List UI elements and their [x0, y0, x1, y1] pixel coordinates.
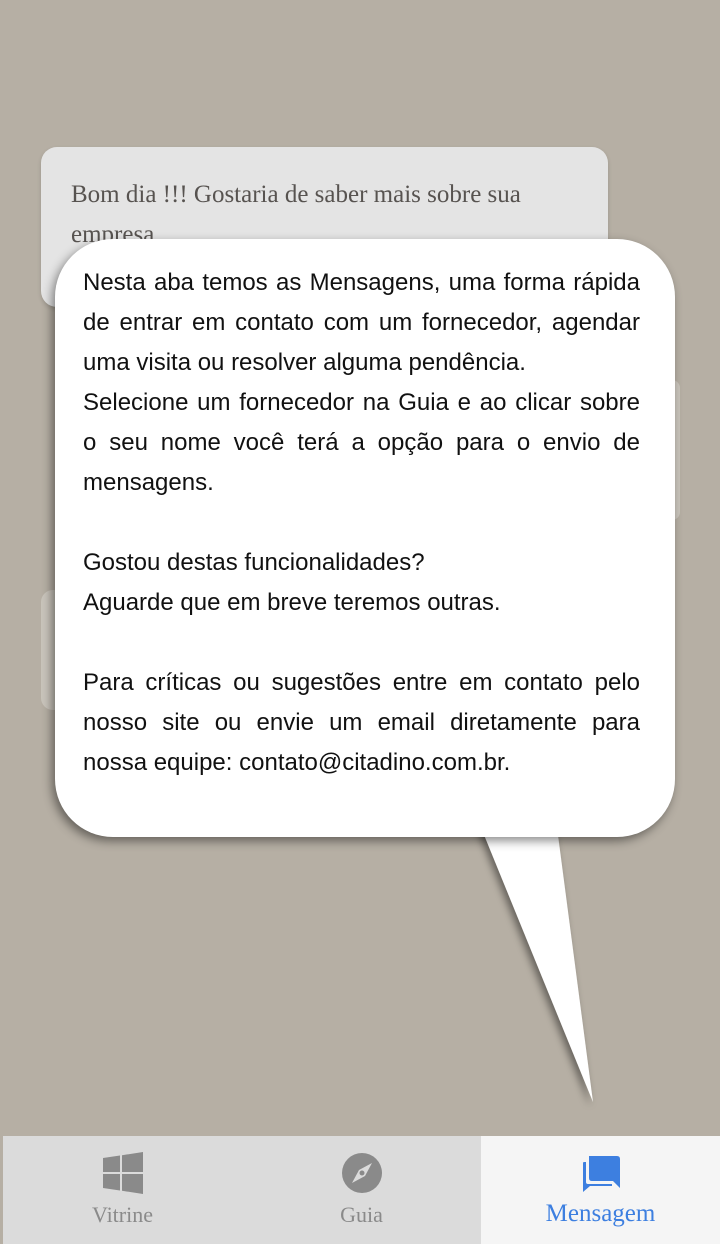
- tab-vitrine[interactable]: Vitrine: [3, 1136, 242, 1244]
- tab-guia-label: Guia: [340, 1202, 383, 1227]
- compass-icon: [341, 1152, 383, 1194]
- tab-mensagem[interactable]: Mensagem: [481, 1136, 720, 1244]
- tooltip-text: Nesta aba temos as Mensagens, uma forma …: [83, 263, 640, 783]
- onboarding-tooltip[interactable]: Nesta aba temos as Mensagens, uma forma …: [55, 239, 675, 837]
- tooltip-announcement: Aguarde que em breve teremos outras.: [83, 589, 501, 616]
- tab-vitrine-label: Vitrine: [92, 1202, 153, 1227]
- tooltip-paragraph-intro: Nesta aba temos as Mensagens, uma forma …: [83, 269, 640, 376]
- tooltip-question: Gostou destas funcionalidades?: [83, 549, 425, 576]
- tab-mensagem-label: Mensagem: [545, 1200, 656, 1227]
- tooltip-contact-info: Para críticas ou sugestões entre em cont…: [83, 669, 640, 776]
- chat-messages-icon: [580, 1152, 622, 1194]
- tab-guia[interactable]: Guia: [242, 1136, 481, 1244]
- windows-grid-icon: [102, 1152, 144, 1194]
- bottom-navigation: Vitrine Guia Mensagem: [3, 1136, 720, 1244]
- tooltip-paragraph-instructions: Selecione um fornecedor na Guia e ao cli…: [83, 389, 640, 496]
